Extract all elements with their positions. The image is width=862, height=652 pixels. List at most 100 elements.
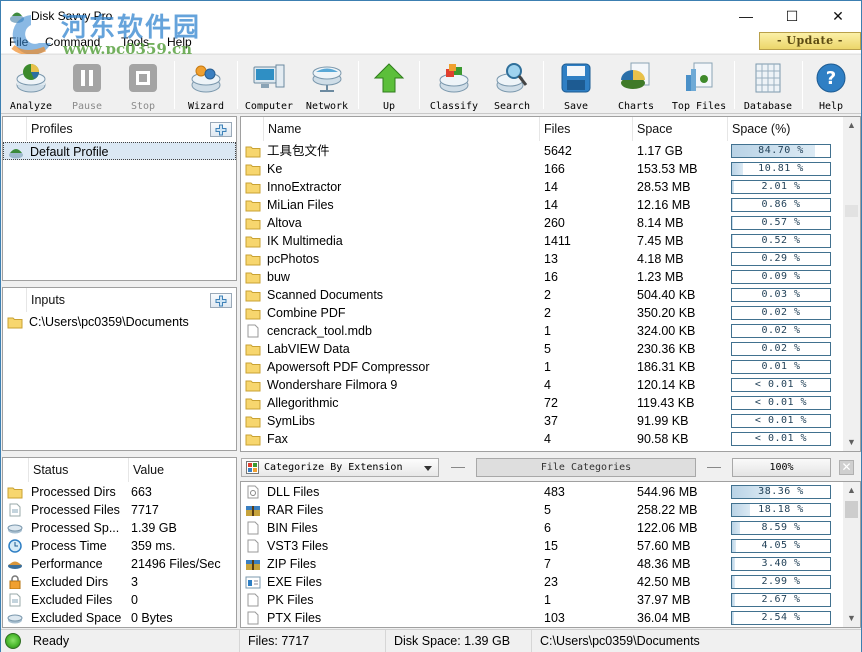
scroll-up-icon[interactable]: ▲ [843,117,860,134]
charts-button[interactable]: Charts [613,57,659,113]
status-row: Processed Files 7717 [3,501,236,519]
category-name: RAR Files [267,503,324,517]
folder-row[interactable]: SymLibs 37 91.99 KB < 0.01 % [241,412,860,430]
toolbar-separator [358,61,359,109]
status-row: Processed Dirs 663 [3,483,236,501]
category-name: DLL Files [267,485,320,499]
dll-file-icon [247,485,259,499]
item-files: 260 [544,216,565,230]
folder-row[interactable]: 工具包文件 5642 1.17 GB 84.70 % [241,142,860,160]
status-value: 0 Bytes [131,611,173,625]
item-space: 7.45 MB [637,234,684,248]
menu-command[interactable]: Command [45,35,100,49]
folder-row[interactable]: buw 16 1.23 MB 0.09 % [241,268,860,286]
space-percent-bar: 10.81 % [731,162,831,176]
add-profile-button[interactable] [210,122,232,137]
input-item[interactable]: C:\Users\pc0359\Documents [3,313,236,331]
scroll-down-icon[interactable]: ▼ [843,610,860,627]
category-row[interactable]: PTX Files 103 36.04 MB 2.54 % [241,609,860,627]
menu-help[interactable]: Help [167,35,192,49]
top-files-button[interactable]: Top Files [669,57,729,113]
space-col-header[interactable]: Space [632,117,727,141]
minimize-button[interactable]: — [723,1,769,31]
category-row[interactable]: RAR Files 5 258.22 MB 18.18 % [241,501,860,519]
item-name: Apowersoft PDF Compressor [267,360,430,374]
name-col-header[interactable]: Name [263,117,539,141]
item-space: 8.14 MB [637,216,684,230]
folder-row[interactable]: LabVIEW Data 5 230.36 KB 0.02 % [241,340,860,358]
item-name: Combine PDF [267,306,346,320]
maximize-button[interactable]: ☐ [769,1,815,31]
category-row[interactable]: VST3 Files 15 57.60 MB 4.05 % [241,537,860,555]
category-row[interactable]: EXE Files 23 42.50 MB 2.99 % [241,573,860,591]
file-icon [9,503,21,517]
charts-icon [621,62,650,89]
folder-row[interactable]: IK Multimedia 1411 7.45 MB 0.52 % [241,232,860,250]
network-button[interactable]: Network [303,57,351,113]
profile-item[interactable]: Default Profile [3,142,236,160]
close-button[interactable]: ✕ [815,1,861,31]
help-button[interactable]: ? Help [809,57,853,113]
status-label: Process Time [31,539,107,553]
folder-row[interactable]: Scanned Documents 2 504.40 KB 0.03 % [241,286,860,304]
up-button[interactable]: Up [367,57,411,113]
status-label: Processed Sp... [31,521,120,535]
category-list-scrollbar[interactable]: ▲ ▼ [843,482,860,627]
scroll-thumb[interactable] [845,205,858,217]
close-categories-button[interactable]: ✕ [839,460,854,475]
scroll-thumb[interactable] [845,501,858,518]
category-files: 6 [544,521,551,535]
categorize-dropdown[interactable]: Categorize By Extension [241,458,439,477]
folder-row[interactable]: cencrack_tool.mdb 1 324.00 KB 0.02 % [241,322,860,340]
files-col-header[interactable]: Files [539,117,632,141]
scroll-up-icon[interactable]: ▲ [843,482,860,499]
space-percent-bar: 8.59 % [731,521,831,535]
stop-button[interactable]: Stop [121,57,165,113]
category-row[interactable]: PK Files 1 37.97 MB 2.67 % [241,591,860,609]
toolbar-separator [174,61,175,109]
folder-row[interactable]: Altova 260 8.14 MB 0.57 % [241,214,860,232]
classify-button[interactable]: Classify [427,57,481,113]
add-input-button[interactable] [210,293,232,308]
item-files: 1 [544,324,551,338]
analyze-button[interactable]: Analyze [7,57,55,113]
category-row[interactable]: BIN Files 6 122.06 MB 8.59 % [241,519,860,537]
category-space: 57.60 MB [637,539,691,553]
space-pct-col-header[interactable]: Space (%) [727,117,843,141]
space-percent-bar: 0.03 % [731,288,831,302]
save-button[interactable]: Save [554,57,598,113]
search-button[interactable]: Search [489,57,535,113]
zoom-level[interactable]: 100% [732,458,831,477]
category-row[interactable]: DLL Files 483 544.96 MB 38.36 % [241,483,860,501]
folder-row[interactable]: Ke 166 153.53 MB 10.81 % [241,160,860,178]
categorize-mode: Categorize By Extension [264,462,403,473]
space-percent-text: 0.02 % [761,343,801,354]
computer-button[interactable]: Computer [243,57,295,113]
folder-row[interactable]: Allegorithmic 72 119.43 KB < 0.01 % [241,394,860,412]
scroll-down-icon[interactable]: ▼ [843,434,860,451]
chevron-down-icon [424,466,432,471]
item-files: 4 [544,378,551,392]
folder-row[interactable]: MiLian Files 14 12.16 MB 0.86 % [241,196,860,214]
folder-row[interactable]: InnoExtractor 14 28.53 MB 2.01 % [241,178,860,196]
folder-row[interactable]: Combine PDF 2 350.20 KB 0.02 % [241,304,860,322]
space-percent-bar: < 0.01 % [731,378,831,392]
space-percent-bar: 2.67 % [731,593,831,607]
folder-row[interactable]: Wondershare Filmora 9 4 120.14 KB < 0.01 % [241,376,860,394]
item-name: LabVIEW Data [267,342,350,356]
wizard-button[interactable]: Wizard [183,57,229,113]
folder-list-scrollbar[interactable]: ▲ ▼ [843,117,860,451]
file-categories-button[interactable]: File Categories [476,458,696,477]
update-button[interactable]: - Update - [759,32,861,50]
database-button[interactable]: Database [741,57,795,113]
category-row[interactable]: ZIP Files 7 48.36 MB 3.40 % [241,555,860,573]
folder-row[interactable]: Fax 4 90.58 KB < 0.01 % [241,430,860,448]
folder-row[interactable]: Apowersoft PDF Compressor 1 186.31 KB 0.01 … [241,358,860,376]
pause-button[interactable]: Pause [65,57,109,113]
space-percent-bar: 84.70 % [731,144,831,158]
menu-file[interactable]: File [9,35,28,49]
menu-tools[interactable]: Tools [121,35,149,49]
folder-row[interactable]: pcPhotos 13 4.18 MB 0.29 % [241,250,860,268]
status-row: Excluded Files 0 [3,591,236,609]
folder-icon [7,487,23,499]
